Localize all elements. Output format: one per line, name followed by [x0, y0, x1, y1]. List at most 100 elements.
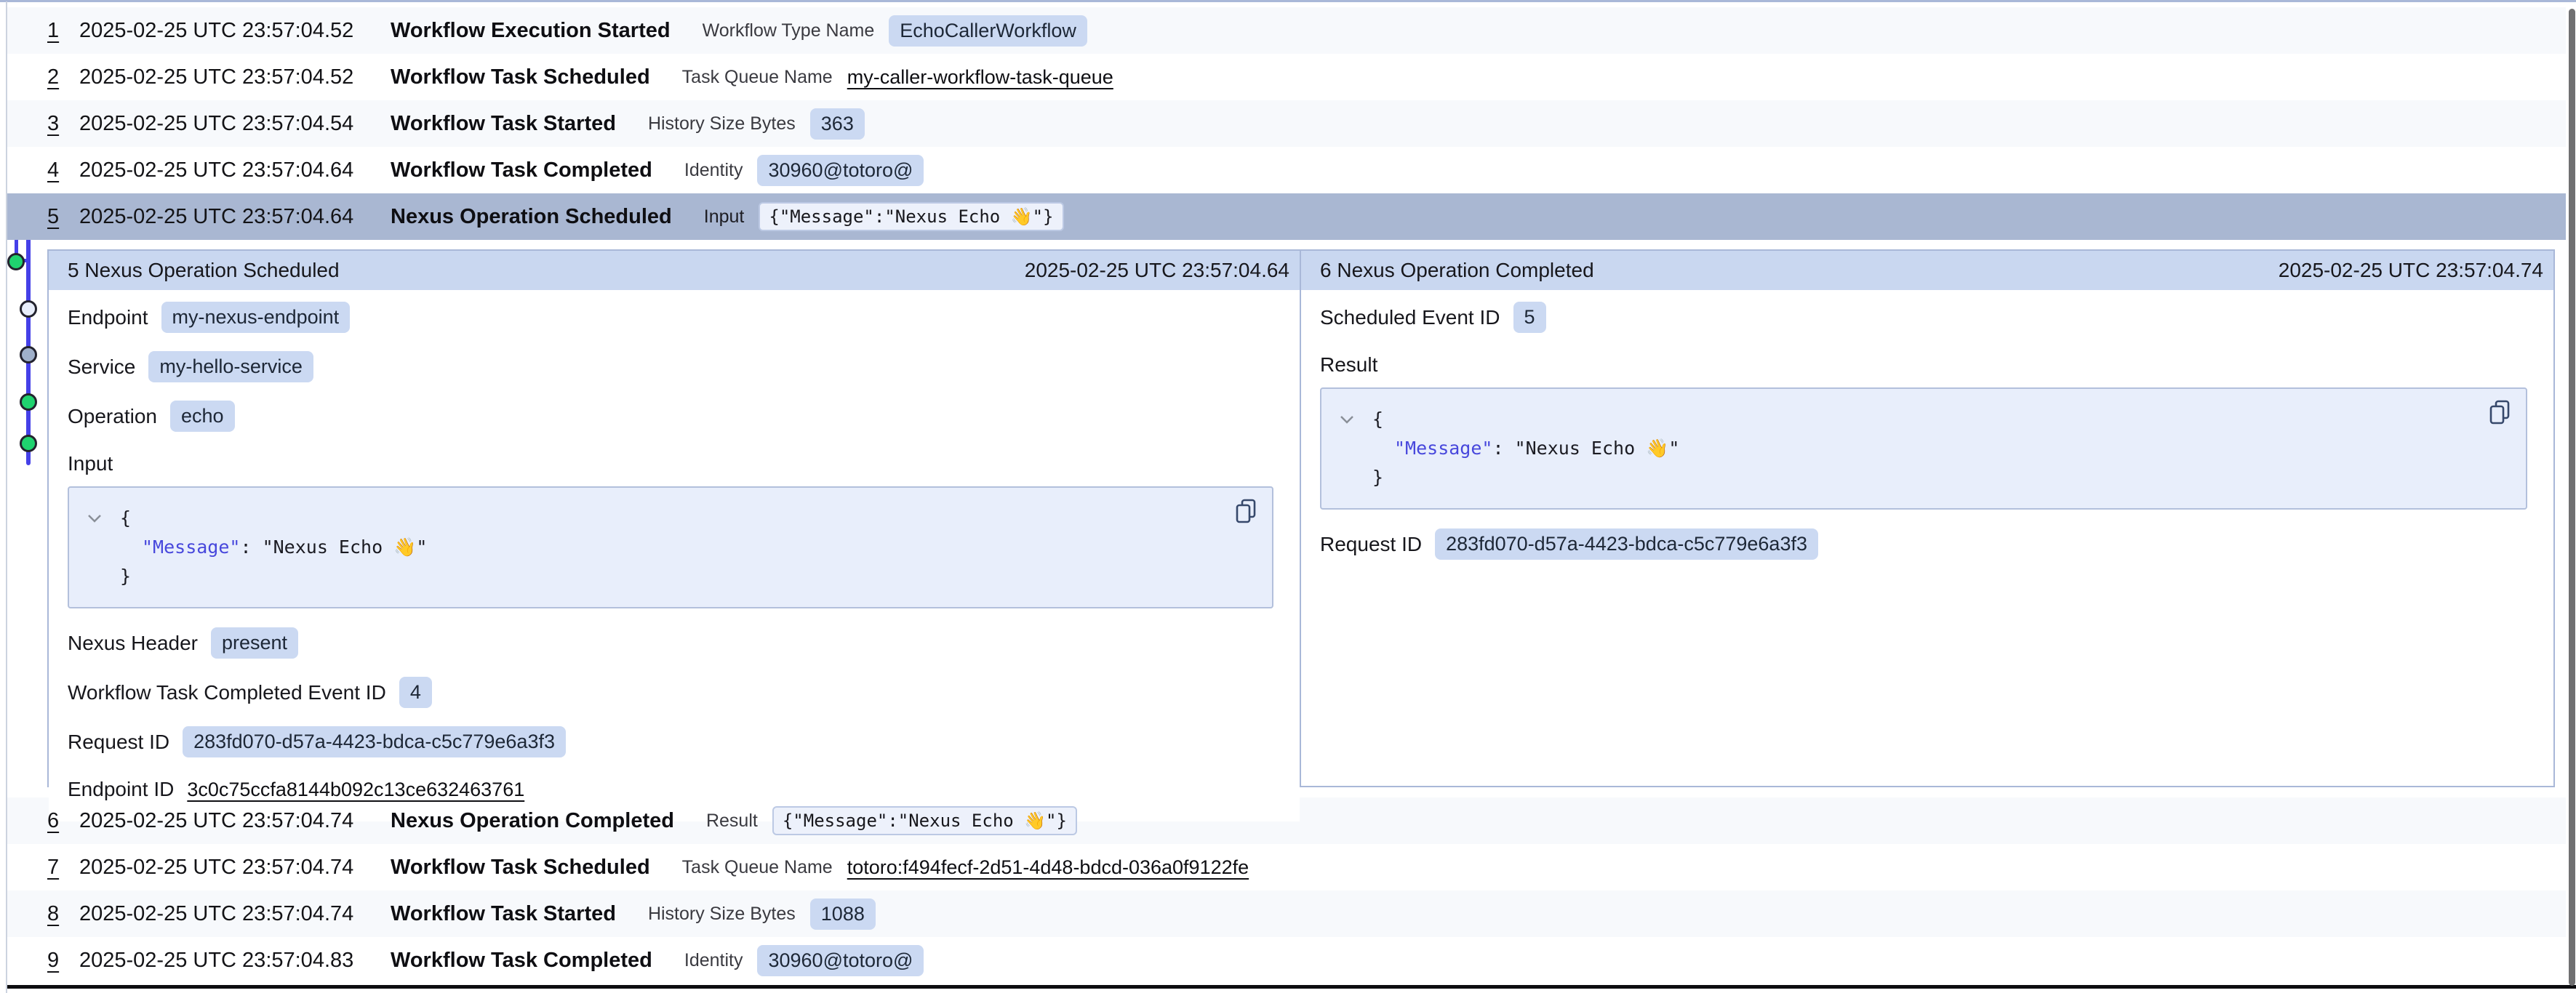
field-value-badge: present [211, 627, 298, 659]
endpoint-id-link[interactable]: 3c0c75ccfa8144b092c13ce632463761 [187, 779, 524, 801]
attr-label: History Size Bytes [648, 113, 796, 134]
json-open-brace: { [1372, 405, 1383, 434]
field-value-badge: my-hello-service [148, 351, 313, 382]
field-label: Scheduled Event ID [1320, 306, 1500, 329]
field-request-id: Request ID 283fd070-d57a-4423-bdca-c5c77… [1320, 528, 2535, 560]
event-id-link[interactable]: 8 [47, 902, 79, 926]
panel-nexus-operation-scheduled: 5 Nexus Operation Scheduled 2025-02-25 U… [49, 251, 1301, 786]
event-rows-bottom: 6 2025-02-25 UTC 23:57:04.74 Nexus Opera… [7, 797, 2566, 984]
field-input: Input [68, 450, 1281, 478]
event-name: Nexus Operation Completed [391, 809, 674, 833]
attr-value-json-badge: {"Message":"Nexus Echo 👋"} [772, 806, 1077, 835]
attr-value-badge: 1088 [810, 898, 876, 930]
event-name: Workflow Task Completed [391, 949, 652, 973]
attr-label: History Size Bytes [648, 904, 796, 925]
event-id-link[interactable]: 9 [47, 949, 79, 973]
field-value-badge: echo [170, 401, 235, 432]
attr-value-badge: 30960@totoro@ [757, 155, 924, 186]
field-request-id: Request ID 283fd070-d57a-4423-bdca-c5c77… [68, 726, 1281, 757]
panel-title: 6 Nexus Operation Completed [1320, 259, 1594, 282]
json-separator: : [1492, 438, 1514, 459]
attr-label: Task Queue Name [682, 857, 833, 878]
event-time: 2025-02-25 UTC 23:57:04.64 [79, 158, 391, 182]
attr-label: Workflow Type Name [703, 20, 875, 41]
event-id-link[interactable]: 2 [47, 65, 79, 89]
json-value: "Nexus Echo 👋" [1515, 438, 1680, 459]
chevron-down-icon[interactable] [1339, 414, 1372, 425]
event-id-link[interactable]: 4 [47, 158, 79, 182]
json-kv: "Message": "Nexus Echo 👋" [120, 533, 427, 562]
event-time: 2025-02-25 UTC 23:57:04.64 [79, 205, 391, 229]
panel-nexus-operation-completed: 6 Nexus Operation Completed 2025-02-25 U… [1301, 251, 2553, 786]
event-row-3[interactable]: 3 2025-02-25 UTC 23:57:04.54 Workflow Ta… [7, 100, 2566, 147]
vertical-scrollbar[interactable] [2569, 9, 2575, 986]
json-value: "Nexus Echo 👋" [263, 536, 428, 558]
event-name: Workflow Task Scheduled [391, 65, 650, 89]
event-row-5-selected[interactable]: 5 2025-02-25 UTC 23:57:04.64 Nexus Opera… [7, 193, 2566, 240]
field-workflow-task-completed-event-id: Workflow Task Completed Event ID 4 [68, 677, 1281, 708]
panel-timestamp: 2025-02-25 UTC 23:57:04.74 [2279, 259, 2543, 282]
task-queue-link[interactable]: totoro:f494fecf-2d51-4d48-bdcd-036a0f912… [847, 856, 1249, 879]
bottom-divider [7, 985, 2576, 989]
event-history-table: 1 2025-02-25 UTC 23:57:04.52 Workflow Ex… [7, 7, 2566, 984]
field-nexus-header: Nexus Header present [68, 627, 1281, 659]
event-id-link[interactable]: 3 [47, 112, 79, 136]
json-line: } [87, 562, 1255, 591]
field-label: Operation [68, 405, 157, 428]
json-line: { [87, 504, 1255, 533]
json-close-brace: } [120, 562, 131, 591]
field-result: Result [1320, 351, 2535, 379]
event-id-link[interactable]: 5 [47, 205, 79, 229]
event-row-7[interactable]: 7 2025-02-25 UTC 23:57:04.74 Workflow Ta… [7, 844, 2566, 891]
event-name: Workflow Task Started [391, 112, 616, 136]
event-time: 2025-02-25 UTC 23:57:04.74 [79, 902, 391, 926]
event-row-9[interactable]: 9 2025-02-25 UTC 23:57:04.83 Workflow Ta… [7, 937, 2566, 984]
attr-label: Input [704, 206, 745, 228]
result-json-viewer: { "Message": "Nexus Echo 👋" } [1320, 387, 2527, 510]
json-line: "Message": "Nexus Echo 👋" [1339, 434, 2508, 463]
copy-icon[interactable] [2488, 399, 2511, 427]
attr-label: Result [706, 811, 758, 832]
field-label: Request ID [1320, 533, 1422, 556]
panel-body: Scheduled Event ID 5 Result { "Me [1301, 290, 2553, 786]
event-time: 2025-02-25 UTC 23:57:04.52 [79, 65, 391, 89]
field-label: Workflow Task Completed Event ID [68, 681, 386, 704]
event-row-2[interactable]: 2 2025-02-25 UTC 23:57:04.52 Workflow Ta… [7, 54, 2566, 100]
field-scheduled-event-id: Scheduled Event ID 5 [1320, 302, 2535, 333]
json-line: "Message": "Nexus Echo 👋" [87, 533, 1255, 562]
event-time: 2025-02-25 UTC 23:57:04.52 [79, 19, 391, 43]
json-line: } [1339, 463, 2508, 492]
event-detail-panels: 5 Nexus Operation Scheduled 2025-02-25 U… [47, 249, 2555, 787]
event-row-1[interactable]: 1 2025-02-25 UTC 23:57:04.52 Workflow Ex… [7, 7, 2566, 54]
event-name: Workflow Execution Started [391, 19, 671, 43]
event-id-link[interactable]: 6 [47, 809, 79, 833]
event-row-8[interactable]: 8 2025-02-25 UTC 23:57:04.74 Workflow Ta… [7, 891, 2566, 937]
event-time: 2025-02-25 UTC 23:57:04.83 [79, 949, 391, 973]
event-id-link[interactable]: 1 [47, 19, 79, 43]
field-operation: Operation echo [68, 401, 1281, 432]
json-open-brace: { [120, 504, 131, 533]
event-time: 2025-02-25 UTC 23:57:04.54 [79, 112, 391, 136]
field-label: Result [1320, 353, 1377, 377]
json-line: { [1339, 405, 2508, 434]
panel-header: 5 Nexus Operation Scheduled 2025-02-25 U… [49, 251, 1300, 290]
panel-title: 5 Nexus Operation Scheduled [68, 259, 340, 282]
event-name: Workflow Task Completed [391, 158, 652, 182]
chevron-down-icon[interactable] [87, 513, 120, 523]
attr-label: Identity [684, 950, 743, 971]
json-key: "Message" [142, 536, 240, 558]
task-queue-link[interactable]: my-caller-workflow-task-queue [847, 66, 1113, 89]
event-row-4[interactable]: 4 2025-02-25 UTC 23:57:04.64 Workflow Ta… [7, 147, 2566, 193]
attr-value-badge: 363 [810, 108, 865, 140]
field-label: Input [68, 452, 113, 475]
copy-icon[interactable] [1234, 498, 1257, 526]
field-label: Nexus Header [68, 632, 198, 655]
event-id-link[interactable]: 7 [47, 856, 79, 880]
field-label: Endpoint ID [68, 778, 174, 801]
attr-value-badge: 30960@totoro@ [757, 945, 924, 976]
event-time: 2025-02-25 UTC 23:57:04.74 [79, 809, 391, 833]
field-label: Request ID [68, 731, 169, 754]
attr-value-json-badge: {"Message":"Nexus Echo 👋"} [759, 202, 1063, 231]
field-value-badge: 5 [1513, 302, 1546, 333]
event-name: Workflow Task Started [391, 902, 616, 926]
